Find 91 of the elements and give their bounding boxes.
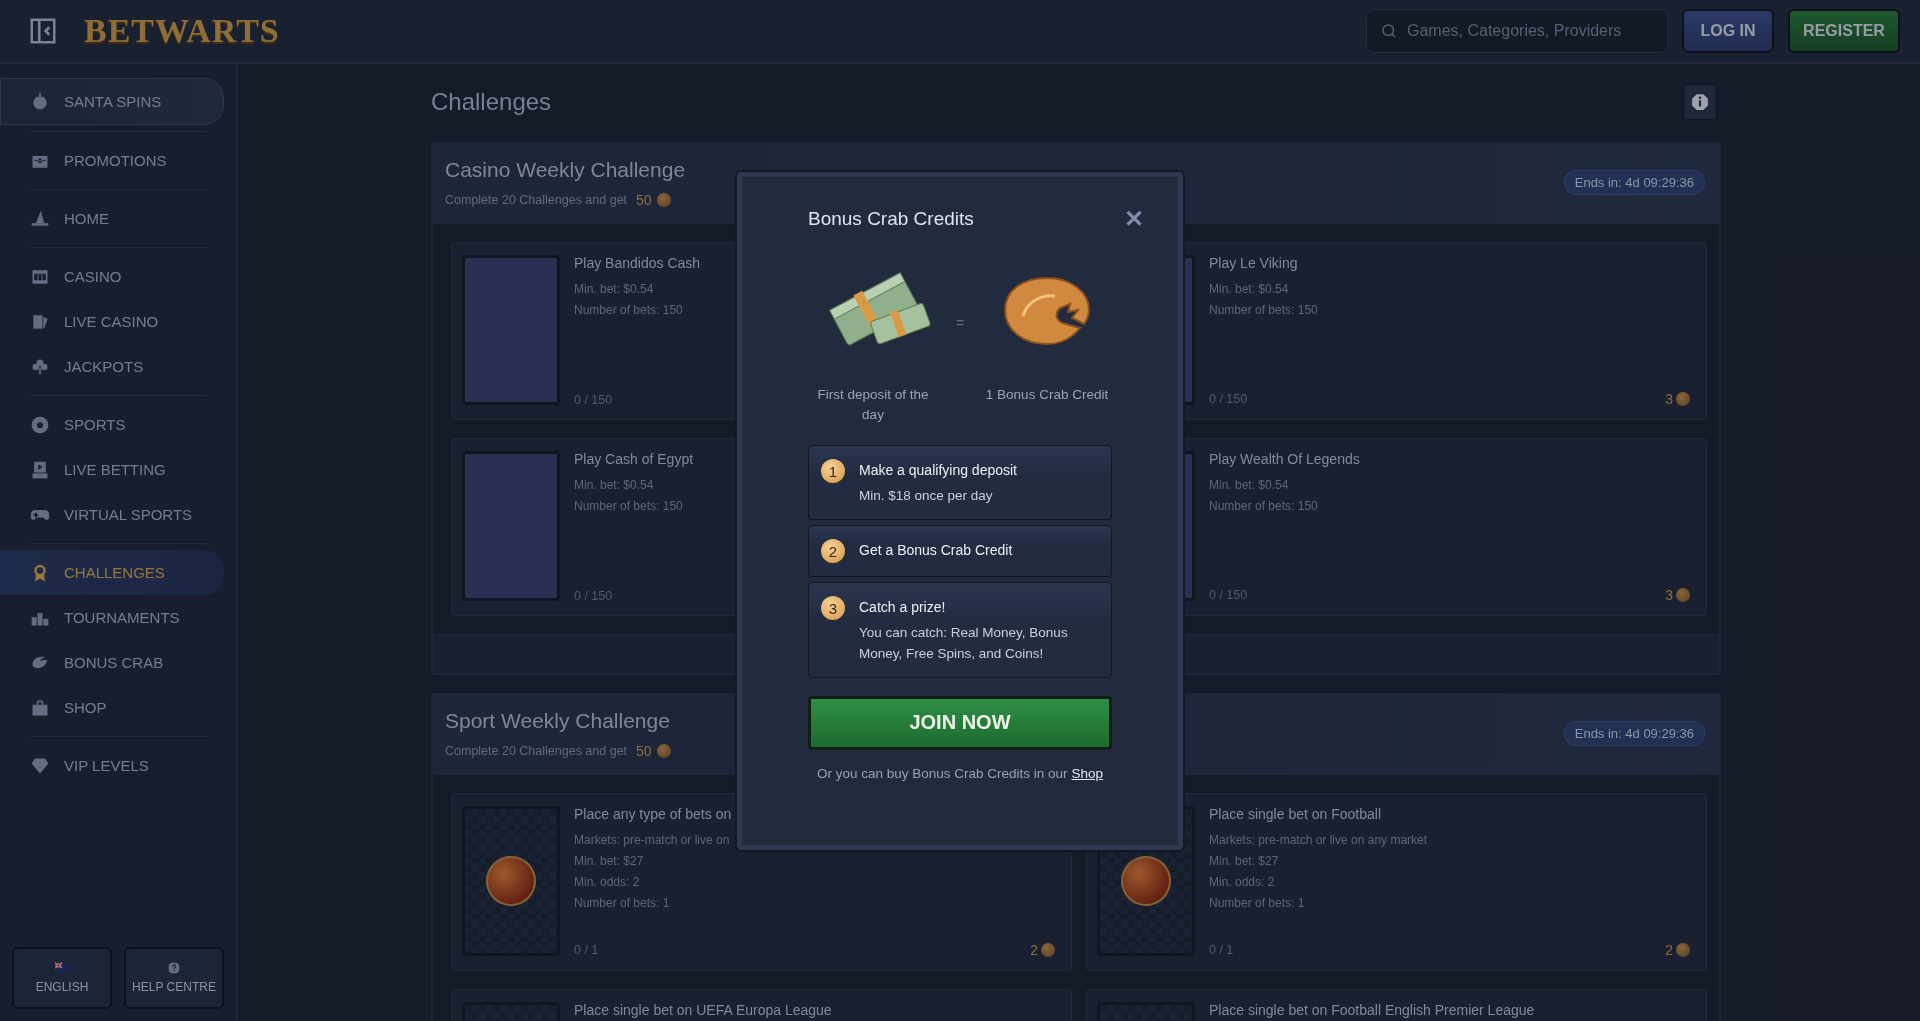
card-detail: Number of bets: 1 — [1209, 896, 1305, 910]
card-title: Place single bet on Football — [1209, 806, 1381, 822]
modal-title: Bonus Crab Credits — [808, 207, 974, 230]
card-detail: Min. bet: $0.54 — [1209, 282, 1289, 296]
logo[interactable]: BETWARTS — [84, 12, 280, 50]
step-title: Make a qualifying deposit — [859, 462, 1017, 478]
bauble-icon — [30, 91, 50, 112]
reward-amount: 3 — [1665, 587, 1673, 603]
card-detail: Min. bet: $27 — [574, 854, 644, 868]
sidebar-item[interactable]: VIRTUAL SPORTS — [0, 492, 236, 537]
equals-sign: = — [955, 314, 965, 331]
coin-icon — [656, 193, 671, 207]
flag-icon — [55, 962, 69, 974]
info-button[interactable] — [1683, 84, 1717, 120]
sidebar-item[interactable]: CHALLENGES — [0, 550, 224, 595]
hat-icon — [30, 208, 50, 229]
card-detail: Min. bet: $0.54 — [574, 478, 654, 492]
card-detail: Number of bets: 150 — [574, 499, 683, 513]
ball-icon — [486, 856, 536, 906]
card-title: Play Bandidos Cash — [574, 255, 701, 271]
sidebar-item[interactable]: CASINO — [0, 254, 236, 299]
sidebar-item[interactable]: VIP LEVELS — [0, 743, 236, 788]
register-button[interactable]: REGISTER — [1788, 9, 1900, 53]
coin-icon — [1676, 392, 1690, 406]
sidebar-item[interactable]: SANTA SPINS — [0, 78, 224, 125]
login-button[interactable]: LOG IN — [1682, 9, 1774, 53]
join-now-button[interactable]: JOIN NOW — [808, 695, 1112, 750]
card-detail: Number of bets: 150 — [1209, 303, 1318, 317]
card-detail: Number of bets: 1 — [574, 896, 670, 910]
sidebar-toggle-icon[interactable] — [28, 16, 58, 46]
language-button[interactable]: ENGLISH — [12, 947, 112, 1009]
reward-amount: 2 — [1665, 942, 1673, 958]
close-button[interactable]: ✕ — [1120, 204, 1148, 233]
countdown-badge: Ends in: 4d 09:29:36 — [1563, 721, 1705, 746]
card-detail: Number of bets: 150 — [574, 303, 683, 317]
card-detail: Min. bet: $0.54 — [574, 282, 654, 296]
card-detail: Min. bet: $0.54 — [1209, 478, 1289, 492]
info-icon — [1691, 93, 1709, 111]
section-subtitle: Complete 20 Challenges and get — [445, 193, 628, 207]
challenge-card[interactable]: Place single bet on Football English Premier League — [1086, 989, 1707, 1021]
card-title: Play Wealth Of Legends — [1209, 451, 1360, 467]
exchange-caption: First deposit of the day — [816, 385, 930, 424]
card-title: Place single bet on Football English Premier League — [1209, 1002, 1535, 1018]
sidebar-item[interactable]: SHOP — [0, 685, 236, 730]
sidebar-item[interactable]: SPORTS — [0, 402, 236, 447]
reward-amount: 3 — [1665, 391, 1673, 407]
shop-hint-text: Or you can buy Bonus Crab Credits in our — [816, 765, 1068, 781]
section-title: Sport Weekly Challenge — [445, 709, 671, 733]
search-field[interactable]: Games, Categories, Providers — [1366, 9, 1668, 53]
search-icon — [1380, 22, 1398, 40]
card-detail: Min. bet: $27 — [1209, 854, 1279, 868]
step-number: 3 — [821, 596, 845, 621]
step-number: 1 — [821, 459, 845, 483]
reward-amount: 50 — [636, 743, 652, 759]
card-title: Play Le Viking — [1209, 255, 1298, 271]
sidebar-item[interactable]: HOME — [0, 196, 236, 241]
step-number: 2 — [821, 539, 845, 564]
card-title: Place single bet on UEFA Europa League — [574, 1002, 832, 1018]
reward-amount: 2 — [1030, 942, 1038, 958]
ball-icon — [1121, 856, 1171, 906]
section-subtitle: Complete 20 Challenges and get — [445, 744, 628, 758]
section-title: Casino Weekly Challenge — [445, 158, 686, 182]
step-text: Min. $18 once per day — [859, 487, 994, 505]
help-button[interactable]: HELP CENTRE — [124, 947, 224, 1009]
card-detail: Min. odds: 2 — [1209, 875, 1275, 889]
reward-amount: 50 — [636, 192, 652, 208]
card-detail: Number of bets: 150 — [1209, 499, 1318, 513]
step-title: Get a Bonus Crab Credit — [859, 542, 1013, 559]
card-title: Play Cash of Egypt — [574, 451, 694, 467]
card-title: Place any type of bets on — [574, 806, 732, 822]
sidebar-item[interactable]: TOURNAMENTS — [0, 595, 236, 640]
coin-icon — [1041, 943, 1055, 957]
coin-icon — [656, 744, 671, 758]
coin-icon — [1676, 943, 1690, 957]
step-text: You can catch: Real Money, Bonus Money, Free Spins, and Coins! — [859, 624, 1069, 663]
help-icon — [167, 962, 181, 974]
card-detail: Markets: pre-match or live on any market — [1209, 833, 1428, 847]
sidebar-item[interactable]: LIVE CASINO — [0, 299, 236, 344]
sidebar-item[interactable]: JACKPOTS — [0, 344, 236, 389]
challenge-card[interactable]: Place single bet on UEFA Europa League — [451, 989, 1072, 1021]
sidebar-item[interactable]: BONUS CRAB — [0, 640, 236, 685]
page-title: Challenges — [431, 88, 552, 116]
live-tv-icon — [30, 459, 50, 480]
countdown-badge: Ends in: 4d 09:29:36 — [1563, 170, 1705, 195]
card-detail: Min. odds: 2 — [574, 875, 640, 889]
sidebar-item[interactable]: LIVE BETTING — [0, 447, 236, 492]
coin-icon — [1676, 588, 1690, 602]
card-detail: Markets: pre-match or live on — [574, 833, 730, 847]
sidebar-item[interactable]: PROMOTIONS — [0, 138, 236, 183]
step-title: Catch a prize! — [859, 599, 947, 616]
shop-link[interactable]: Shop — [1071, 765, 1104, 781]
